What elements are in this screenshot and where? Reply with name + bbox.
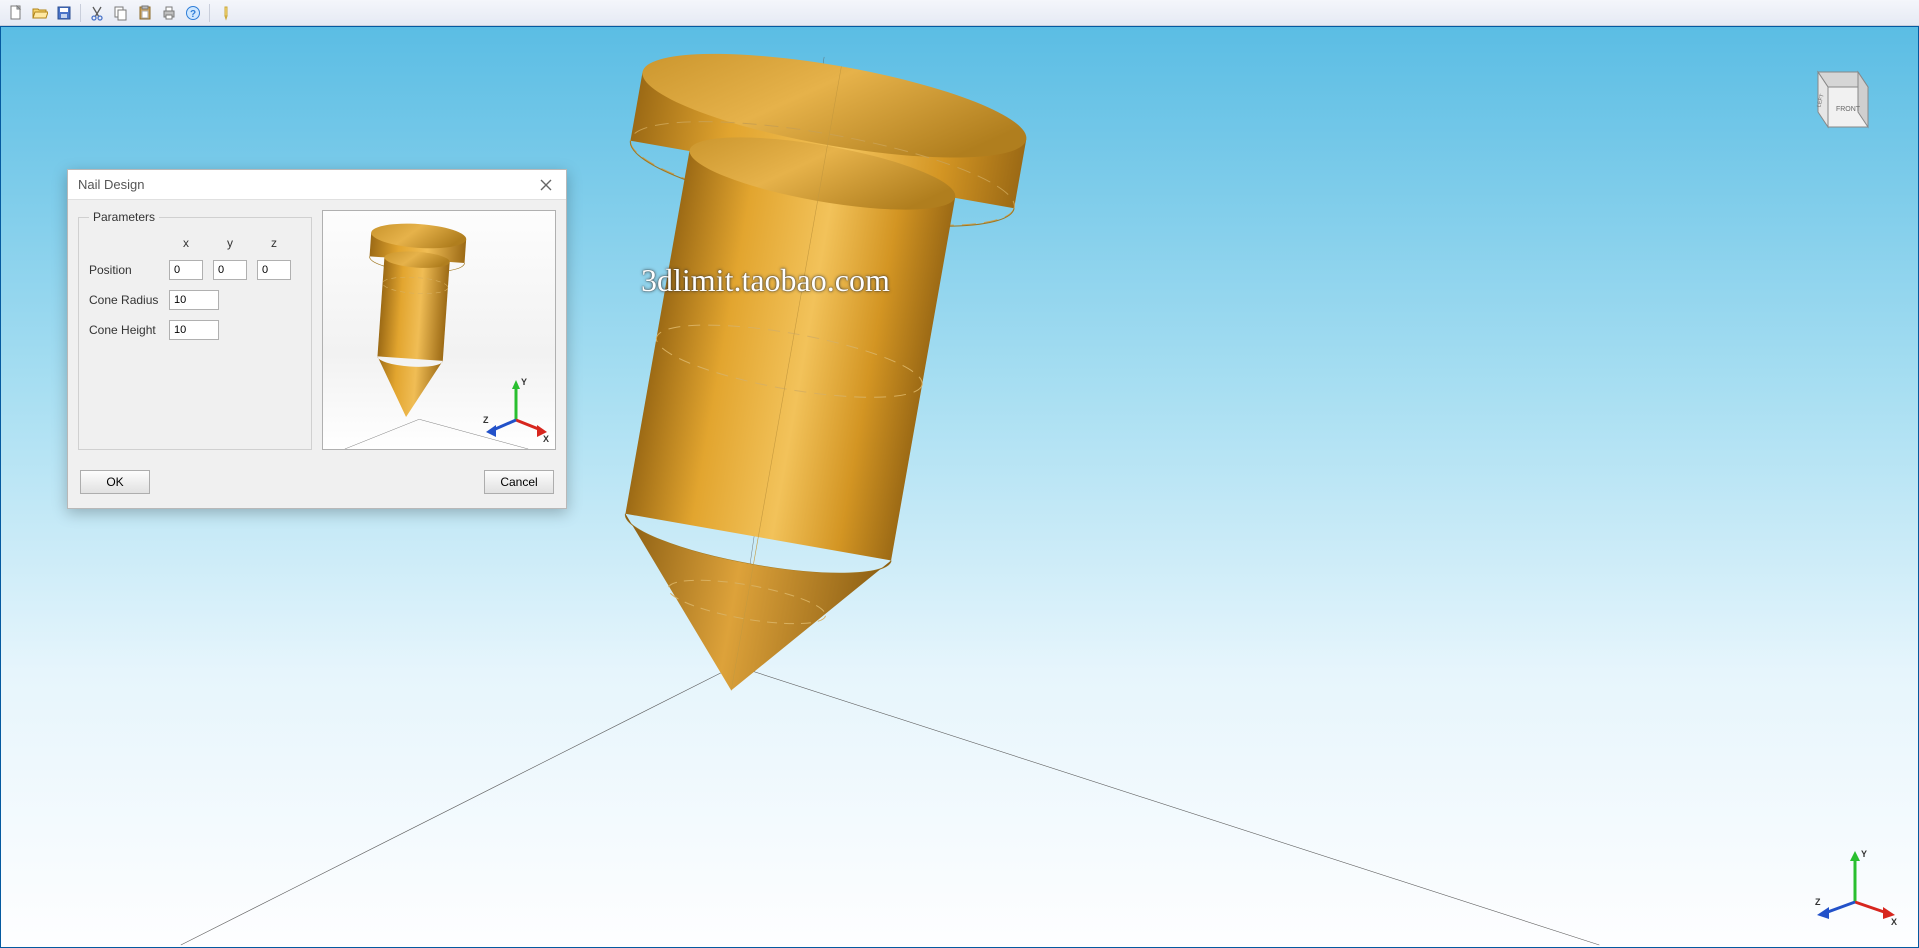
ok-button[interactable]: OK xyxy=(80,470,150,494)
view-cube[interactable]: FRONT LEFT xyxy=(1798,57,1878,137)
svg-text:Z: Z xyxy=(1815,897,1821,907)
cone-height-input[interactable] xyxy=(169,320,219,340)
print-button[interactable] xyxy=(159,3,179,23)
dialog-close-button[interactable] xyxy=(532,174,560,196)
copy-button[interactable] xyxy=(111,3,131,23)
cone-height-label: Cone Height xyxy=(89,323,169,337)
parameters-legend: Parameters xyxy=(89,210,159,224)
preview-viewport[interactable]: Y X Z xyxy=(322,210,556,450)
cone-radius-label: Cone Radius xyxy=(89,293,169,307)
toolbar-separator xyxy=(80,4,81,22)
paste-button[interactable] xyxy=(135,3,155,23)
cut-button[interactable] xyxy=(87,3,107,23)
svg-text:X: X xyxy=(1891,917,1897,927)
save-file-button[interactable] xyxy=(54,3,74,23)
axis-header-y: y xyxy=(213,236,247,250)
new-file-button[interactable] xyxy=(6,3,26,23)
svg-text:Z: Z xyxy=(483,415,489,425)
watermark-text: 3dlimit.taobao.com xyxy=(641,262,890,299)
cone-radius-input[interactable] xyxy=(169,290,219,310)
toolbar-separator xyxy=(209,4,210,22)
open-file-button[interactable] xyxy=(30,3,50,23)
position-z-input[interactable] xyxy=(257,260,291,280)
axis-header-z: z xyxy=(257,236,291,250)
svg-text:X: X xyxy=(543,434,549,444)
dialog-titlebar[interactable]: Nail Design xyxy=(68,170,566,200)
help-button[interactable]: ? xyxy=(183,3,203,23)
svg-text:Y: Y xyxy=(1861,849,1867,859)
parameters-group: Parameters x y z Position Cone Radius xyxy=(78,210,312,450)
position-label: Position xyxy=(89,263,169,277)
position-y-input[interactable] xyxy=(213,260,247,280)
axis-header-x: x xyxy=(169,236,203,250)
axis-gizmo-preview[interactable]: Y X Z xyxy=(481,375,551,445)
cancel-button[interactable]: Cancel xyxy=(484,470,554,494)
svg-text:Y: Y xyxy=(521,377,527,387)
position-x-input[interactable] xyxy=(169,260,203,280)
main-toolbar: ? xyxy=(0,0,1919,26)
marker-button[interactable] xyxy=(216,3,236,23)
dialog-title: Nail Design xyxy=(78,177,144,192)
viewcube-front-label: FRONT xyxy=(1836,106,1861,113)
svg-text:?: ? xyxy=(190,9,196,20)
viewport-3d[interactable]: 3dlimit.taobao.com FRONT LEFT Y X Z xyxy=(0,26,1919,948)
axis-gizmo-main[interactable]: Y X Z xyxy=(1813,847,1898,932)
nail-design-dialog: Nail Design Parameters x y z Position xyxy=(67,169,567,509)
